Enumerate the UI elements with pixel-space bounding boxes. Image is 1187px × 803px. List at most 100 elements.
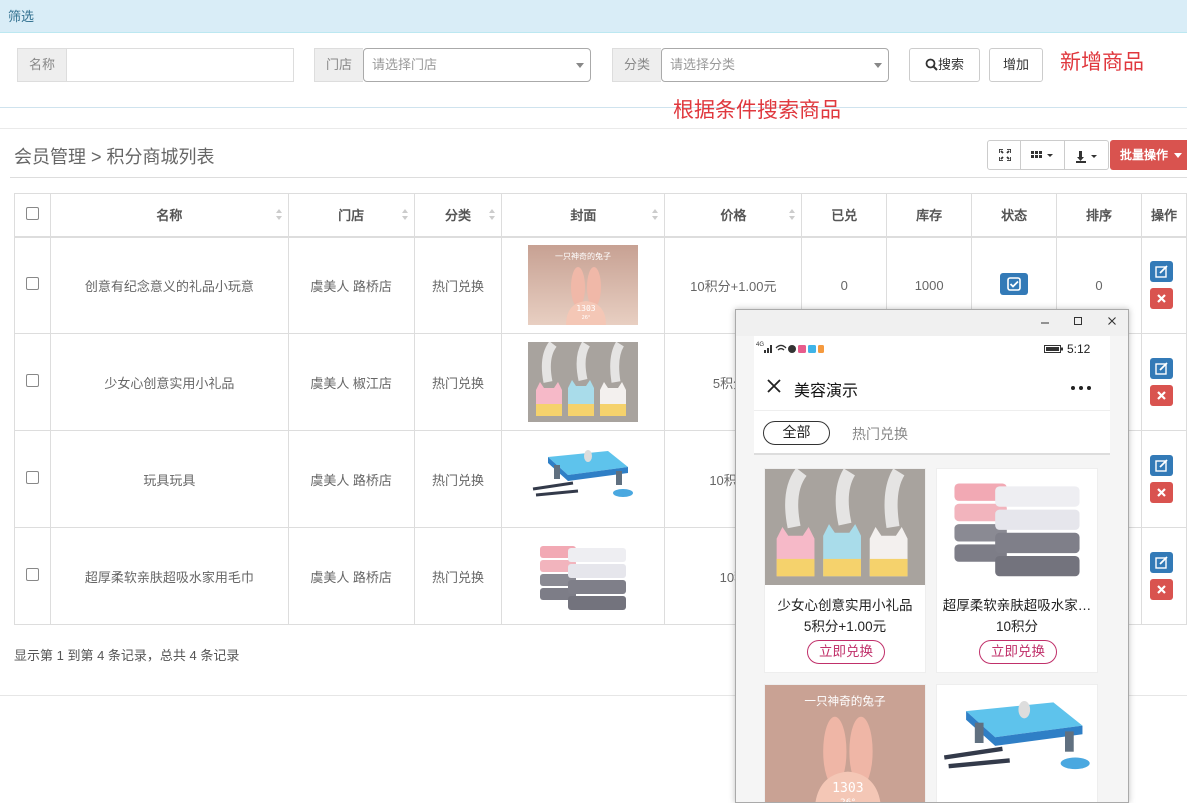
grid-icon [1031, 151, 1053, 158]
export-icon [1076, 151, 1097, 163]
phone-page-title: 美容演示 [794, 383, 859, 400]
sort-icon [789, 209, 796, 221]
store-select[interactable]: 请选择门店 [363, 48, 591, 82]
fullscreen-icon [999, 149, 1011, 161]
edit-button[interactable] [1149, 552, 1173, 573]
batch-operations-button[interactable]: 批量操作 [1110, 140, 1187, 170]
edit-icon [1155, 265, 1168, 278]
batch-operations-label: 批量操作 [1120, 148, 1169, 162]
signal-text: 4G [756, 342, 765, 348]
phone-title-bar: 美容演示 [754, 362, 1110, 410]
row-category: 热门兑换 [413, 236, 503, 334]
delete-button[interactable] [1149, 579, 1173, 600]
phone-status-bar: 4G 5:12 [754, 336, 1110, 362]
signal-icon [764, 344, 824, 353]
breadcrumb: 会员管理 > 积分商城列表 [14, 147, 215, 167]
minimize-button[interactable] [1040, 314, 1050, 331]
row-name: 玩具玩具 [49, 430, 289, 528]
cover-image-cat-humidifier [528, 342, 639, 422]
column-header-stock: 库存 [886, 193, 973, 238]
add-button[interactable]: 增加 [989, 48, 1043, 82]
columns-button[interactable] [1020, 140, 1065, 170]
row-cover-cell: 一只神奇的兔子 1303 26° [501, 236, 666, 334]
edit-button[interactable] [1149, 358, 1173, 379]
product-price: 5积分+1.00元 [803, 619, 887, 634]
category-select[interactable]: 请选择分类 [661, 48, 889, 82]
close-icon [1157, 488, 1166, 497]
product-card[interactable] [936, 684, 1098, 802]
column-header-category[interactable]: 分类 [413, 193, 503, 238]
search-icon [925, 58, 938, 71]
column-header-cover[interactable]: 封面 [501, 193, 666, 238]
column-header-status: 状态 [971, 193, 1058, 238]
name-label: 名称 [17, 48, 66, 82]
edit-icon [1155, 459, 1168, 472]
close-icon[interactable] [766, 378, 782, 394]
filter-panel-header: 筛选 [0, 0, 1187, 33]
row-checkbox[interactable] [25, 374, 39, 387]
edit-icon [1155, 362, 1168, 375]
product-card[interactable]: 少女心创意实用小礼品 5积分+1.00元 立即兑换 [764, 468, 926, 673]
redeem-button[interactable]: 立即兑换 [979, 640, 1057, 664]
select-all-checkbox[interactable] [25, 206, 39, 220]
maximize-button[interactable] [1073, 314, 1083, 331]
row-cover-cell [501, 430, 666, 528]
status-toggle[interactable] [1000, 272, 1029, 295]
product-image-towels [937, 469, 1097, 585]
more-icon[interactable] [1070, 385, 1092, 391]
delete-button[interactable] [1149, 482, 1173, 503]
tab-all[interactable]: 全部 [763, 421, 830, 445]
sort-icon [275, 209, 282, 221]
redeem-button[interactable]: 立即兑换 [807, 640, 885, 664]
edit-button[interactable] [1149, 261, 1173, 283]
table-header-row: 名称 门店 分类 封面 价格 已兑 库存 状态 排序 操作 [14, 193, 1187, 238]
edit-icon [1155, 556, 1168, 569]
store-select-placeholder: 请选择门店 [372, 57, 438, 72]
row-actions-cell [1140, 527, 1187, 625]
filter-title: 筛选 [8, 9, 35, 24]
category-select-placeholder: 请选择分类 [670, 57, 736, 72]
column-header-price[interactable]: 价格 [664, 193, 803, 238]
delete-button[interactable] [1149, 385, 1173, 406]
row-name: 创意有纪念意义的礼品小玩意 [49, 236, 289, 334]
edit-button[interactable] [1149, 455, 1173, 476]
column-header-name[interactable]: 名称 [49, 193, 289, 238]
minimize-icon [1041, 322, 1049, 324]
tab-hot-exchange[interactable]: 热门兑换 [852, 424, 908, 444]
row-checkbox[interactable] [25, 471, 39, 484]
delete-button[interactable] [1149, 288, 1173, 310]
clock-time: 5:12 [1067, 342, 1091, 356]
product-card[interactable]: 一只神奇的兔子 1303 26° [764, 684, 926, 802]
row-category: 热门兑换 [413, 430, 503, 528]
cover-image-rabbit-clock: 一只神奇的兔子 1303 26° [528, 245, 639, 326]
clock-time-text: 1303 [577, 304, 596, 313]
row-store: 虞美人 路桥店 [287, 527, 415, 625]
close-icon [1157, 294, 1166, 304]
column-header-redeemed: 已兑 [801, 193, 888, 238]
sort-icon [489, 209, 496, 221]
fullscreen-button[interactable] [987, 140, 1021, 170]
column-header-store[interactable]: 门店 [287, 193, 415, 238]
category-label: 分类 [612, 48, 661, 82]
chevron-down-icon [874, 63, 882, 68]
row-category: 热门兑换 [413, 333, 503, 431]
annotation-search-product: 根据条件搜索商品 [673, 98, 841, 122]
product-name: 超厚柔软亲肤超吸水家… [942, 598, 1092, 613]
export-button[interactable] [1064, 140, 1109, 170]
close-icon [1157, 585, 1166, 594]
search-button[interactable]: 搜索 [909, 48, 980, 82]
clock-temp-text: 26° [582, 315, 591, 321]
name-input[interactable] [66, 48, 294, 82]
row-select-cell [14, 236, 51, 334]
window-close-button[interactable] [1107, 314, 1117, 331]
row-name: 超厚柔软亲肤超吸水家用毛巾 [49, 527, 289, 625]
divider [0, 128, 1187, 129]
row-checkbox[interactable] [25, 277, 39, 291]
product-image-cat-humidifier [765, 469, 925, 585]
row-name: 少女心创意实用小礼品 [49, 333, 289, 431]
divider [10, 177, 1187, 178]
row-checkbox[interactable] [25, 568, 39, 581]
clock-time-text: 1303 [832, 781, 863, 796]
product-card[interactable]: 超厚柔软亲肤超吸水家… 10积分 立即兑换 [936, 468, 1098, 673]
row-store: 虞美人 路桥店 [287, 236, 415, 334]
